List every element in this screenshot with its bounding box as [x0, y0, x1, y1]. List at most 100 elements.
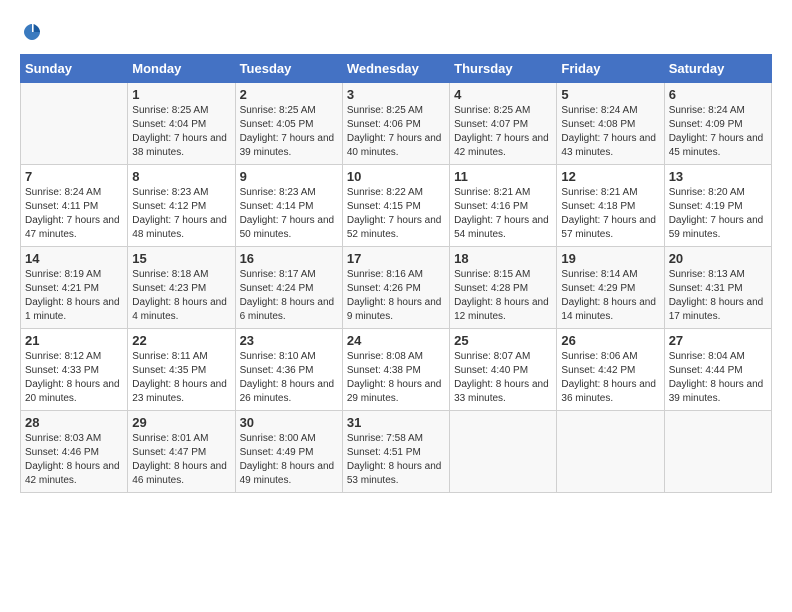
day-info: Sunrise: 8:21 AM Sunset: 4:16 PM Dayligh… — [454, 186, 552, 242]
day-cell: 11 Sunrise: 8:21 AM Sunset: 4:16 PM Dayli… — [450, 165, 557, 247]
day-cell — [557, 411, 664, 493]
day-cell: 1 Sunrise: 8:25 AM Sunset: 4:04 PM Daylig… — [128, 83, 235, 165]
day-cell: 3 Sunrise: 8:25 AM Sunset: 4:06 PM Daylig… — [342, 83, 449, 165]
day-info: Sunrise: 8:08 AM Sunset: 4:38 PM Dayligh… — [347, 350, 445, 406]
day-number: 18 — [454, 251, 552, 266]
day-info: Sunrise: 8:23 AM Sunset: 4:12 PM Dayligh… — [132, 186, 230, 242]
day-cell: 16 Sunrise: 8:17 AM Sunset: 4:24 PM Dayli… — [235, 247, 342, 329]
header — [20, 20, 772, 44]
day-number: 3 — [347, 87, 445, 102]
day-number: 25 — [454, 333, 552, 348]
day-number: 24 — [347, 333, 445, 348]
day-number: 20 — [669, 251, 767, 266]
day-number: 1 — [132, 87, 230, 102]
day-cell: 29 Sunrise: 8:01 AM Sunset: 4:47 PM Dayli… — [128, 411, 235, 493]
day-info: Sunrise: 8:01 AM Sunset: 4:47 PM Dayligh… — [132, 432, 230, 488]
week-row-2: 7 Sunrise: 8:24 AM Sunset: 4:11 PM Daylig… — [21, 165, 772, 247]
day-cell: 2Sunrise: 8:25 AM Sunset: 4:05 PM Daylig… — [235, 83, 342, 165]
day-number: 10 — [347, 169, 445, 184]
day-cell: 14 Sunrise: 8:19 AM Sunset: 4:21 PM Dayli… — [21, 247, 128, 329]
day-cell: 15 Sunrise: 8:18 AM Sunset: 4:23 PM Dayli… — [128, 247, 235, 329]
header-day-saturday: Saturday — [664, 55, 771, 83]
day-info: Sunrise: 8:22 AM Sunset: 4:15 PM Dayligh… — [347, 186, 445, 242]
header-row: SundayMondayTuesdayWednesdayThursdayFrid… — [21, 55, 772, 83]
day-info: Sunrise: 8:06 AM Sunset: 4:42 PM Dayligh… — [561, 350, 659, 406]
day-info: Sunrise: 8:19 AM Sunset: 4:21 PM Dayligh… — [25, 268, 123, 324]
day-info: Sunrise: 8:24 AM Sunset: 4:09 PM Dayligh… — [669, 104, 767, 160]
week-row-3: 14 Sunrise: 8:19 AM Sunset: 4:21 PM Dayli… — [21, 247, 772, 329]
day-cell: 21 Sunrise: 8:12 AM Sunset: 4:33 PM Dayli… — [21, 329, 128, 411]
day-cell — [450, 411, 557, 493]
day-cell — [21, 83, 128, 165]
day-cell: 23 Sunrise: 8:10 AM Sunset: 4:36 PM Dayli… — [235, 329, 342, 411]
day-info: Sunrise: 8:13 AM Sunset: 4:31 PM Dayligh… — [669, 268, 767, 324]
header-day-tuesday: Tuesday — [235, 55, 342, 83]
header-day-wednesday: Wednesday — [342, 55, 449, 83]
day-cell: 5 Sunrise: 8:24 AM Sunset: 4:08 PM Daylig… — [557, 83, 664, 165]
day-info: Sunrise: 8:23 AM Sunset: 4:14 PM Dayligh… — [240, 186, 338, 242]
day-number: 12 — [561, 169, 659, 184]
day-info: Sunrise: 8:11 AM Sunset: 4:35 PM Dayligh… — [132, 350, 230, 406]
day-number: 14 — [25, 251, 123, 266]
day-info: Sunrise: 8:07 AM Sunset: 4:40 PM Dayligh… — [454, 350, 552, 406]
day-number: 17 — [347, 251, 445, 266]
day-cell: 9 Sunrise: 8:23 AM Sunset: 4:14 PM Daylig… — [235, 165, 342, 247]
day-info: Sunrise: 8:24 AM Sunset: 4:08 PM Dayligh… — [561, 104, 659, 160]
week-row-4: 21 Sunrise: 8:12 AM Sunset: 4:33 PM Dayli… — [21, 329, 772, 411]
logo-icon — [20, 20, 44, 44]
day-info: Sunrise: 8:25 AM Sunset: 4:06 PM Dayligh… — [347, 104, 445, 160]
week-row-5: 28 Sunrise: 8:03 AM Sunset: 4:46 PM Dayli… — [21, 411, 772, 493]
calendar-table: SundayMondayTuesdayWednesdayThursdayFrid… — [20, 54, 772, 493]
day-number: 8 — [132, 169, 230, 184]
day-number: 4 — [454, 87, 552, 102]
day-number: 27 — [669, 333, 767, 348]
day-info: Sunrise: 8:18 AM Sunset: 4:23 PM Dayligh… — [132, 268, 230, 324]
day-cell: 19 Sunrise: 8:14 AM Sunset: 4:29 PM Dayli… — [557, 247, 664, 329]
day-info: Sunrise: 8:24 AM Sunset: 4:11 PM Dayligh… — [25, 186, 123, 242]
day-info: Sunrise: 8:25 AM Sunset: 4:05 PM Dayligh… — [240, 104, 338, 160]
day-cell: 17Sunrise: 8:16 AM Sunset: 4:26 PM Dayli… — [342, 247, 449, 329]
day-info: Sunrise: 8:17 AM Sunset: 4:24 PM Dayligh… — [240, 268, 338, 324]
day-cell: 26 Sunrise: 8:06 AM Sunset: 4:42 PM Dayli… — [557, 329, 664, 411]
day-info: Sunrise: 8:25 AM Sunset: 4:04 PM Dayligh… — [132, 104, 230, 160]
day-cell: 30Sunrise: 8:00 AM Sunset: 4:49 PM Dayli… — [235, 411, 342, 493]
day-number: 30 — [240, 415, 338, 430]
day-number: 28 — [25, 415, 123, 430]
day-info: Sunrise: 8:10 AM Sunset: 4:36 PM Dayligh… — [240, 350, 338, 406]
day-info: Sunrise: 8:20 AM Sunset: 4:19 PM Dayligh… — [669, 186, 767, 242]
day-number: 7 — [25, 169, 123, 184]
day-info: Sunrise: 8:25 AM Sunset: 4:07 PM Dayligh… — [454, 104, 552, 160]
day-number: 31 — [347, 415, 445, 430]
day-info: Sunrise: 8:03 AM Sunset: 4:46 PM Dayligh… — [25, 432, 123, 488]
logo — [20, 20, 48, 44]
day-number: 11 — [454, 169, 552, 184]
day-number: 21 — [25, 333, 123, 348]
day-info: Sunrise: 8:12 AM Sunset: 4:33 PM Dayligh… — [25, 350, 123, 406]
day-number: 26 — [561, 333, 659, 348]
day-number: 6 — [669, 87, 767, 102]
day-cell: 20 Sunrise: 8:13 AM Sunset: 4:31 PM Dayli… — [664, 247, 771, 329]
day-number: 23 — [240, 333, 338, 348]
day-cell: 13 Sunrise: 8:20 AM Sunset: 4:19 PM Dayli… — [664, 165, 771, 247]
day-cell: 10 Sunrise: 8:22 AM Sunset: 4:15 PM Dayli… — [342, 165, 449, 247]
day-info: Sunrise: 7:58 AM Sunset: 4:51 PM Dayligh… — [347, 432, 445, 488]
header-day-friday: Friday — [557, 55, 664, 83]
day-cell: 31 Sunrise: 7:58 AM Sunset: 4:51 PM Dayli… — [342, 411, 449, 493]
day-info: Sunrise: 8:15 AM Sunset: 4:28 PM Dayligh… — [454, 268, 552, 324]
day-number: 19 — [561, 251, 659, 266]
day-number: 9 — [240, 169, 338, 184]
day-cell: 8 Sunrise: 8:23 AM Sunset: 4:12 PM Daylig… — [128, 165, 235, 247]
day-info: Sunrise: 8:14 AM Sunset: 4:29 PM Dayligh… — [561, 268, 659, 324]
header-day-sunday: Sunday — [21, 55, 128, 83]
day-number: 29 — [132, 415, 230, 430]
day-cell: 7 Sunrise: 8:24 AM Sunset: 4:11 PM Daylig… — [21, 165, 128, 247]
day-number: 5 — [561, 87, 659, 102]
day-cell — [664, 411, 771, 493]
day-cell: 12 Sunrise: 8:21 AM Sunset: 4:18 PM Dayli… — [557, 165, 664, 247]
day-cell: 27Sunrise: 8:04 AM Sunset: 4:44 PM Dayli… — [664, 329, 771, 411]
day-number: 16 — [240, 251, 338, 266]
day-cell: 24 Sunrise: 8:08 AM Sunset: 4:38 PM Dayli… — [342, 329, 449, 411]
day-number: 13 — [669, 169, 767, 184]
day-info: Sunrise: 8:21 AM Sunset: 4:18 PM Dayligh… — [561, 186, 659, 242]
day-number: 15 — [132, 251, 230, 266]
